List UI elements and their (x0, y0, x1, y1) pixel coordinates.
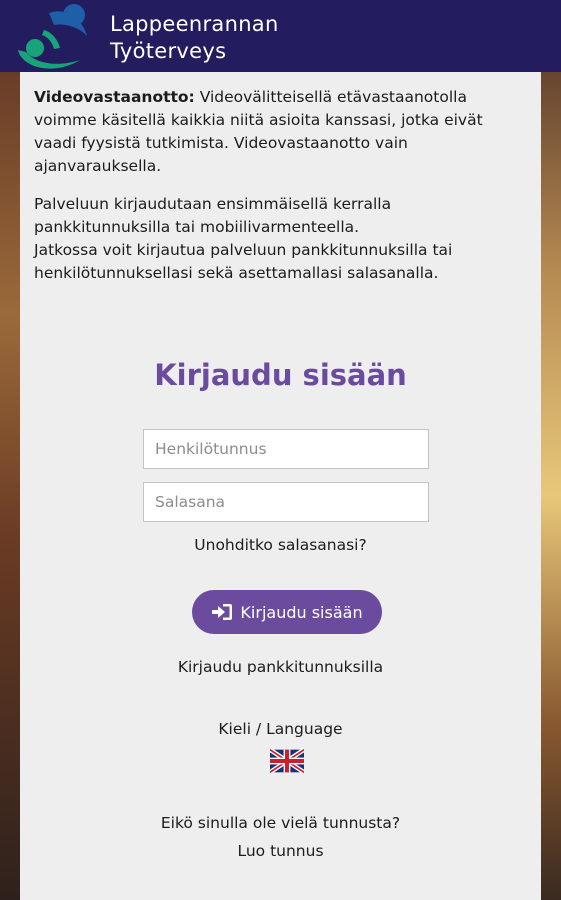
video-info-paragraph: Videovastaanotto: Videovälitteisellä etä… (34, 86, 527, 178)
login-title: Kirjaudu sisään (154, 358, 407, 392)
login-info-paragraph: Palveluun kirjaudutaan ensimmäisellä ker… (34, 193, 527, 285)
login-panel: Videovastaanotto: Videovälitteisellä etä… (20, 72, 541, 900)
background-image-left (0, 0, 20, 900)
no-account-text: Eikö sinulla ole vielä tunnusta? (160, 814, 401, 832)
video-info-title: Videovastaanotto: (34, 88, 195, 106)
login-button[interactable]: Kirjaudu sisään (192, 590, 382, 634)
bank-login-link[interactable]: Kirjaudu pankkitunnuksilla (20, 658, 541, 676)
personal-id-input[interactable] (143, 429, 429, 469)
login-button-label: Kirjaudu sisään (240, 602, 363, 622)
uk-flag-icon[interactable] (270, 748, 304, 774)
brand-line-1: Lappeenrannan (110, 12, 279, 36)
create-account-link[interactable]: Luo tunnus (20, 842, 541, 860)
password-input[interactable] (143, 482, 429, 522)
login-info-line-1: Palveluun kirjaudutaan ensimmäisellä ker… (34, 195, 392, 236)
background-image-right (541, 0, 561, 900)
company-logo (18, 4, 87, 69)
language-label: Kieli / Language (218, 720, 343, 738)
forgot-password-link[interactable]: Unohditko salasanasi? (20, 536, 541, 554)
sign-in-icon (211, 603, 233, 621)
intro-text: Videovastaanotto: Videovälitteisellä etä… (34, 86, 527, 300)
brand-name: Lappeenrannan Työterveys (110, 11, 279, 65)
brand-line-2: Työterveys (110, 39, 227, 63)
header-bar: Lappeenrannan Työterveys (0, 0, 561, 72)
login-info-line-2: Jatkossa voit kirjautua palveluun pankki… (34, 241, 453, 282)
